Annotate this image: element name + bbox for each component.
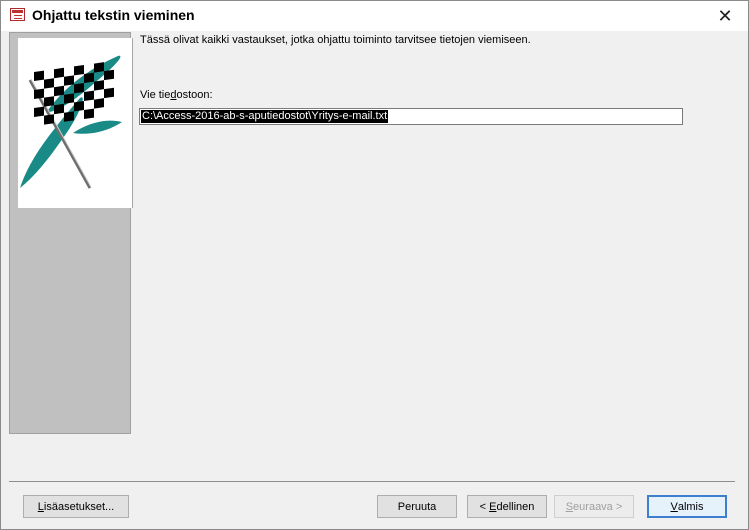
cancel-label: Peruuta bbox=[397, 500, 437, 513]
selected-path-text: C:\Access-2016-ab-s-aputiedostot\Yritys-… bbox=[141, 110, 389, 123]
finish-button[interactable]: Valmis bbox=[647, 495, 727, 518]
export-to-file-label: Vie tiedostoon: bbox=[140, 89, 213, 101]
export-file-path-input[interactable]: C:\Access-2016-ab-s-aputiedostot\Yritys-… bbox=[139, 108, 683, 125]
advanced-label: isäasetukset... bbox=[43, 500, 115, 513]
button-separator bbox=[9, 481, 735, 482]
back-prefix: < bbox=[479, 500, 490, 513]
next-accelerator: S bbox=[565, 500, 574, 513]
wizard-sidebar bbox=[9, 32, 133, 434]
close-icon: ✕ bbox=[717, 5, 733, 26]
label-text-start: Vie tie bbox=[140, 89, 171, 101]
intro-text: Tässä olivat kaikki vastaukset, jotka oh… bbox=[140, 34, 531, 46]
cancel-button[interactable]: Peruuta bbox=[377, 495, 457, 518]
next-button[interactable]: Seuraava > bbox=[554, 495, 634, 518]
back-label: dellinen bbox=[496, 500, 535, 513]
finish-label: almis bbox=[677, 500, 704, 513]
close-button[interactable]: ✕ bbox=[702, 1, 748, 31]
window-title: Ohjattu tekstin vieminen bbox=[32, 7, 195, 23]
checkered-flag-icon bbox=[20, 55, 122, 189]
export-wizard-window: Ohjattu tekstin vieminen ✕ Tässä olivat … bbox=[0, 0, 749, 530]
label-text-end: ostoon: bbox=[176, 89, 213, 101]
form-icon bbox=[10, 8, 25, 21]
next-label: euraava > bbox=[573, 500, 623, 513]
title-bar[interactable]: Ohjattu tekstin vieminen ✕ bbox=[1, 1, 748, 31]
advanced-button[interactable]: Lisäasetukset... bbox=[23, 495, 129, 518]
finish-accelerator: V bbox=[670, 500, 678, 513]
back-accelerator: E bbox=[489, 500, 497, 513]
checkered-flag-illustration bbox=[18, 38, 133, 208]
back-button[interactable]: < Edellinen bbox=[467, 495, 547, 518]
